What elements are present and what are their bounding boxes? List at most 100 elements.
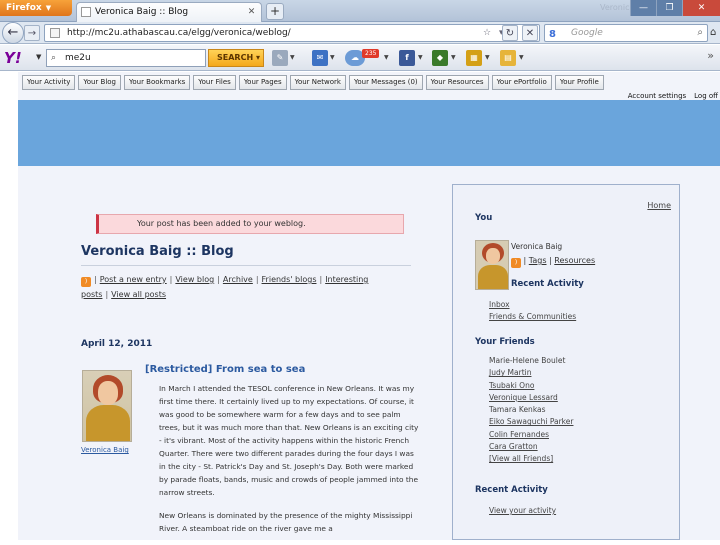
pencil-icon[interactable]: ✎: [272, 50, 288, 66]
nav-your-messages[interactable]: Your Messages (0): [349, 75, 423, 90]
resources-link[interactable]: Resources: [554, 256, 595, 265]
sidebar: Home You Veronica Baig ) | Tags | Resour…: [452, 184, 680, 540]
chevron-down-icon[interactable]: ▼: [36, 53, 41, 61]
site-identity-icon: [50, 28, 60, 38]
success-notice: Your post has been added to your weblog.: [96, 214, 404, 234]
back-button[interactable]: ←: [2, 22, 24, 44]
yahoo-search-input[interactable]: ⌕ me2u: [46, 49, 206, 67]
yahoo-logo[interactable]: Y!: [4, 49, 22, 67]
webpage: Your Activity Your Blog Your Bookmarks Y…: [0, 72, 720, 540]
bookmark-star-icon[interactable]: ☆: [483, 25, 491, 41]
close-window-icon[interactable]: ✕: [682, 0, 720, 16]
nav-your-activity[interactable]: Your Activity: [22, 75, 76, 90]
search-engine-box[interactable]: 8 Google ⌕: [544, 24, 708, 42]
close-tab-icon[interactable]: ✕: [246, 7, 257, 18]
new-tab-button[interactable]: +: [266, 3, 284, 20]
nav-your-pages[interactable]: Your Pages: [238, 75, 287, 90]
nav-your-files[interactable]: Your Files: [193, 75, 236, 90]
chevron-down-icon[interactable]: ▼: [290, 54, 295, 61]
chevron-down-icon[interactable]: ▼: [519, 54, 524, 61]
view-all-posts-link[interactable]: View all posts: [111, 290, 166, 299]
minimize-icon[interactable]: —: [630, 0, 656, 16]
friend-link[interactable]: Marie-Helene Boulet: [489, 355, 573, 367]
nav-your-bookmarks[interactable]: Your Bookmarks: [124, 75, 191, 90]
yahoo-search-button[interactable]: SEARCH ▾: [208, 49, 264, 67]
stop-icon: ✕: [525, 28, 535, 39]
recent-activity-heading: Recent Activity: [511, 279, 584, 289]
friends-heading: Your Friends: [475, 337, 535, 347]
friend-link[interactable]: Cara Gratton: [489, 441, 573, 453]
chevron-down-icon[interactable]: ▼: [330, 54, 335, 61]
maximize-icon[interactable]: ❐: [656, 0, 682, 16]
post-new-entry-link[interactable]: Post a new entry: [100, 275, 167, 284]
nav-your-profile[interactable]: Your Profile: [554, 75, 604, 90]
stop-button[interactable]: ✕: [522, 25, 538, 41]
account-settings-link[interactable]: Account settings: [628, 92, 686, 100]
rss-icon[interactable]: ): [511, 258, 521, 268]
chevron-down-icon[interactable]: ▼: [485, 54, 490, 61]
home-icon[interactable]: ⌂: [710, 28, 720, 38]
arrow-right-icon: →: [27, 28, 37, 39]
post-paragraph: New Orleans is dominated by the presence…: [159, 511, 413, 533]
address-bar[interactable]: http://mc2u.athabascau.ca/elgg/veronica/…: [44, 24, 540, 42]
archive-link[interactable]: Archive: [223, 275, 253, 284]
view-blog-link[interactable]: View blog: [175, 275, 214, 284]
view-your-activity-link[interactable]: View your activity: [489, 505, 556, 517]
rss-icon[interactable]: ): [81, 277, 91, 287]
mail-icon[interactable]: ✉: [312, 50, 328, 66]
game-icon[interactable]: ◆: [432, 50, 448, 66]
yahoo-search-button-label: SEARCH: [217, 53, 254, 62]
search-icon[interactable]: ⌕: [697, 25, 703, 41]
forward-button[interactable]: →: [24, 25, 40, 41]
logoff-link[interactable]: Log off: [694, 92, 718, 100]
chevron-down-icon[interactable]: ▼: [451, 54, 456, 61]
friend-link[interactable]: Colin Fernandes: [489, 429, 573, 441]
post-title[interactable]: [Restricted] From sea to sea: [145, 364, 305, 375]
nav-your-network[interactable]: Your Network: [289, 75, 346, 90]
search-engine-placeholder: Google: [571, 28, 603, 38]
chevron-down-icon[interactable]: ▼: [418, 54, 423, 61]
view-all-friends-link[interactable]: [View all Friends]: [489, 453, 573, 465]
sidebar-user-links: ) | Tags | Resources: [511, 256, 595, 268]
nav-your-resources[interactable]: Your Resources: [425, 75, 489, 90]
tab-veronica-blog[interactable]: Veronica Baig :: Blog ✕: [76, 2, 262, 22]
facebook-icon[interactable]: f: [399, 50, 415, 66]
navigation-bar: ← → http://mc2u.athabascau.ca/elgg/veron…: [0, 22, 720, 44]
arrow-left-icon: ←: [7, 25, 19, 40]
sidebar-avatar[interactable]: [475, 240, 509, 290]
you-links-list: Inbox Friends & Communities: [489, 299, 576, 324]
url-text: http://mc2u.athabascau.ca/elgg/veronica/…: [67, 28, 291, 38]
author-avatar[interactable]: [82, 370, 132, 442]
chevron-double-right-icon[interactable]: »: [707, 49, 714, 62]
firefox-menu-label: Firefox: [6, 3, 42, 13]
friend-link[interactable]: Tamara Kenkas: [489, 404, 573, 416]
home-link[interactable]: Home: [647, 201, 671, 210]
friend-link[interactable]: Judy Martin: [489, 367, 573, 379]
page-favicon-icon: [81, 7, 91, 17]
chevron-down-icon[interactable]: ▼: [384, 54, 389, 61]
notepad-icon[interactable]: ▤: [500, 50, 516, 66]
you-heading: You: [475, 213, 493, 223]
blog-title: Veronica Baig :: Blog: [81, 244, 234, 259]
post-author-link[interactable]: Veronica Baig: [81, 446, 129, 454]
friend-link[interactable]: Tsubaki Ono: [489, 380, 573, 392]
account-links: Account settings Log off: [620, 92, 718, 100]
chevron-down-icon: ▼: [45, 4, 52, 12]
tags-link[interactable]: Tags: [529, 256, 547, 265]
friends-blogs-link[interactable]: Friends' blogs: [262, 275, 317, 284]
nav-your-blog[interactable]: Your Blog: [78, 75, 122, 90]
nav-your-eportfolio[interactable]: Your ePortfolio: [491, 75, 552, 90]
reload-button[interactable]: ↻: [502, 25, 518, 41]
inbox-link[interactable]: Inbox: [489, 299, 576, 311]
friends-communities-link[interactable]: Friends & Communities: [489, 311, 576, 323]
firefox-menu-button[interactable]: Firefox ▼: [0, 0, 72, 16]
title-divider: [81, 265, 411, 266]
friend-link[interactable]: Veronique Lessard: [489, 392, 573, 404]
mail-count-badge: 235: [362, 49, 380, 58]
friend-link[interactable]: Eiko Sawaguchi Parker: [489, 416, 573, 428]
stocks-icon[interactable]: ▦: [466, 50, 482, 66]
recent-activity-heading-2: Recent Activity: [475, 485, 548, 495]
search-icon: ⌕: [51, 53, 57, 63]
sidebar-user-name: Veronica Baig: [511, 242, 563, 251]
site-banner: [18, 100, 720, 166]
